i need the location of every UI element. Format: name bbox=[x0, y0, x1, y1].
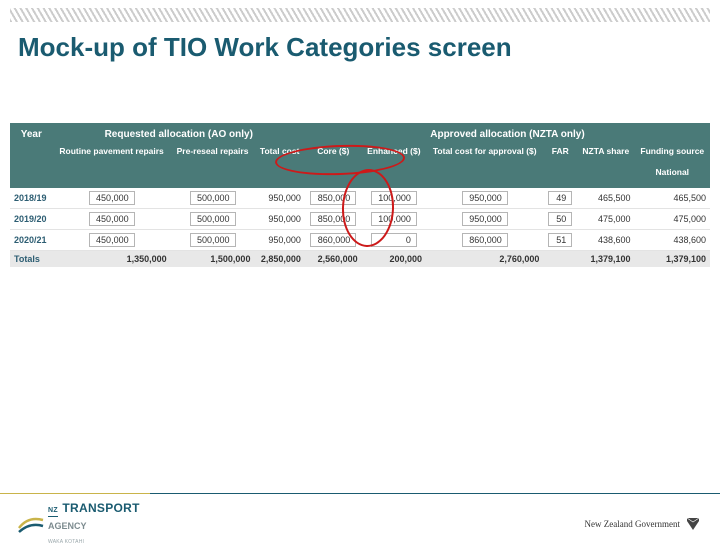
cell-total: 950,000 bbox=[254, 208, 304, 229]
cell-preseal: 1,500,000 bbox=[171, 250, 255, 267]
table-row: 2019/20 450,000 500,000 950,000 850,000 … bbox=[10, 208, 710, 229]
input-far[interactable]: 51 bbox=[548, 233, 572, 247]
cell-year: 2020/21 bbox=[10, 229, 53, 250]
cell-funding: 438,600 bbox=[635, 229, 710, 250]
cell-routine: 450,000 bbox=[53, 229, 171, 250]
input-preseal[interactable]: 500,000 bbox=[190, 233, 236, 247]
col-preseal: Pre-reseal repairs bbox=[171, 142, 255, 188]
decorative-hatch bbox=[10, 8, 710, 22]
input-core[interactable]: 850,000 bbox=[310, 191, 356, 205]
cell-nzta-share: 475,000 bbox=[577, 208, 635, 229]
nzta-nz: NZ bbox=[48, 508, 58, 516]
cell-routine: 1,350,000 bbox=[53, 250, 171, 267]
work-categories-table-wrap: Year Requested allocation (AO only) Appr… bbox=[10, 123, 710, 267]
cell-total-approval: 950,000 bbox=[426, 188, 543, 209]
nzgov-label: New Zealand Government bbox=[585, 519, 680, 529]
cell-far bbox=[543, 250, 577, 267]
nzta-brand: TRANSPORT bbox=[62, 501, 139, 515]
nzgov-logo: New Zealand Government bbox=[585, 515, 702, 533]
cell-totals-label: Totals bbox=[10, 250, 53, 267]
cell-core: 2,560,000 bbox=[305, 250, 362, 267]
cell-year: 2019/20 bbox=[10, 208, 53, 229]
nzta-agency: AGENCY bbox=[48, 521, 87, 531]
input-core[interactable]: 850,000 bbox=[310, 212, 356, 226]
cell-preseal: 500,000 bbox=[171, 229, 255, 250]
table-totals-row: Totals 1,350,000 1,500,000 2,850,000 2,5… bbox=[10, 250, 710, 267]
col-funding-source-label: Funding source bbox=[640, 146, 704, 156]
cell-total: 950,000 bbox=[254, 229, 304, 250]
cell-enhanced: 200,000 bbox=[362, 250, 426, 267]
cell-funding: 475,000 bbox=[635, 208, 710, 229]
col-routine: Routine pavement repairs bbox=[53, 142, 171, 188]
col-total: Total cost bbox=[254, 142, 304, 188]
cell-total: 950,000 bbox=[254, 188, 304, 209]
input-enhanced[interactable]: 100,000 bbox=[371, 191, 417, 205]
cell-nzta-share: 1,379,100 bbox=[577, 250, 635, 267]
input-total-approval[interactable]: 950,000 bbox=[462, 212, 508, 226]
cell-nzta-share: 465,500 bbox=[577, 188, 635, 209]
colgroup-approved: Approved allocation (NZTA only) bbox=[305, 123, 710, 142]
col-funding-source: Funding source National bbox=[635, 142, 710, 188]
cell-routine: 450,000 bbox=[53, 188, 171, 209]
page-title: Mock-up of TIO Work Categories screen bbox=[18, 32, 702, 63]
colgroup-requested: Requested allocation (AO only) bbox=[53, 123, 305, 142]
coat-of-arms-icon bbox=[684, 515, 702, 533]
cell-preseal: 500,000 bbox=[171, 208, 255, 229]
col-funding-national-label: National bbox=[656, 167, 690, 177]
input-core[interactable]: 860,000 bbox=[310, 233, 356, 247]
cell-year: 2018/19 bbox=[10, 188, 53, 209]
input-far[interactable]: 49 bbox=[548, 191, 572, 205]
cell-core: 850,000 bbox=[305, 188, 362, 209]
table-row: 2020/21 450,000 500,000 950,000 860,000 … bbox=[10, 229, 710, 250]
cell-routine: 450,000 bbox=[53, 208, 171, 229]
input-routine[interactable]: 450,000 bbox=[89, 233, 135, 247]
input-total-approval[interactable]: 950,000 bbox=[462, 191, 508, 205]
cell-total-approval: 860,000 bbox=[426, 229, 543, 250]
cell-far: 49 bbox=[543, 188, 577, 209]
cell-far: 50 bbox=[543, 208, 577, 229]
cell-enhanced: 100,000 bbox=[362, 208, 426, 229]
input-far[interactable]: 50 bbox=[548, 212, 572, 226]
input-total-approval[interactable]: 860,000 bbox=[462, 233, 508, 247]
cell-core: 850,000 bbox=[305, 208, 362, 229]
cell-total-approval: 950,000 bbox=[426, 208, 543, 229]
input-enhanced[interactable]: 100,000 bbox=[371, 212, 417, 226]
cell-total-approval: 2,760,000 bbox=[426, 250, 543, 267]
work-categories-table: Year Requested allocation (AO only) Appr… bbox=[10, 123, 710, 267]
cell-nzta-share: 438,600 bbox=[577, 229, 635, 250]
cell-funding: 465,500 bbox=[635, 188, 710, 209]
col-far: FAR bbox=[543, 142, 577, 188]
footer-divider bbox=[0, 493, 720, 494]
cell-far: 51 bbox=[543, 229, 577, 250]
input-routine[interactable]: 450,000 bbox=[89, 191, 135, 205]
input-preseal[interactable]: 500,000 bbox=[190, 191, 236, 205]
input-enhanced[interactable]: 0 bbox=[371, 233, 417, 247]
col-year: Year bbox=[10, 123, 53, 188]
col-core: Core ($) bbox=[305, 142, 362, 188]
col-enhanced: Enhanced ($) bbox=[362, 142, 426, 188]
input-routine[interactable]: 450,000 bbox=[89, 212, 135, 226]
nzta-maori: WAKA KOTAHI bbox=[48, 539, 84, 545]
cell-enhanced: 0 bbox=[362, 229, 426, 250]
cell-funding: 1,379,100 bbox=[635, 250, 710, 267]
col-nzta-share: NZTA share bbox=[577, 142, 635, 188]
cell-preseal: 500,000 bbox=[171, 188, 255, 209]
nzta-logo-icon bbox=[18, 512, 44, 536]
cell-total: 2,850,000 bbox=[254, 250, 304, 267]
cell-enhanced: 100,000 bbox=[362, 188, 426, 209]
input-preseal[interactable]: 500,000 bbox=[190, 212, 236, 226]
col-total-approval: Total cost for approval ($) bbox=[426, 142, 543, 188]
table-row: 2018/19 450,000 500,000 950,000 850,000 … bbox=[10, 188, 710, 209]
cell-core: 860,000 bbox=[305, 229, 362, 250]
